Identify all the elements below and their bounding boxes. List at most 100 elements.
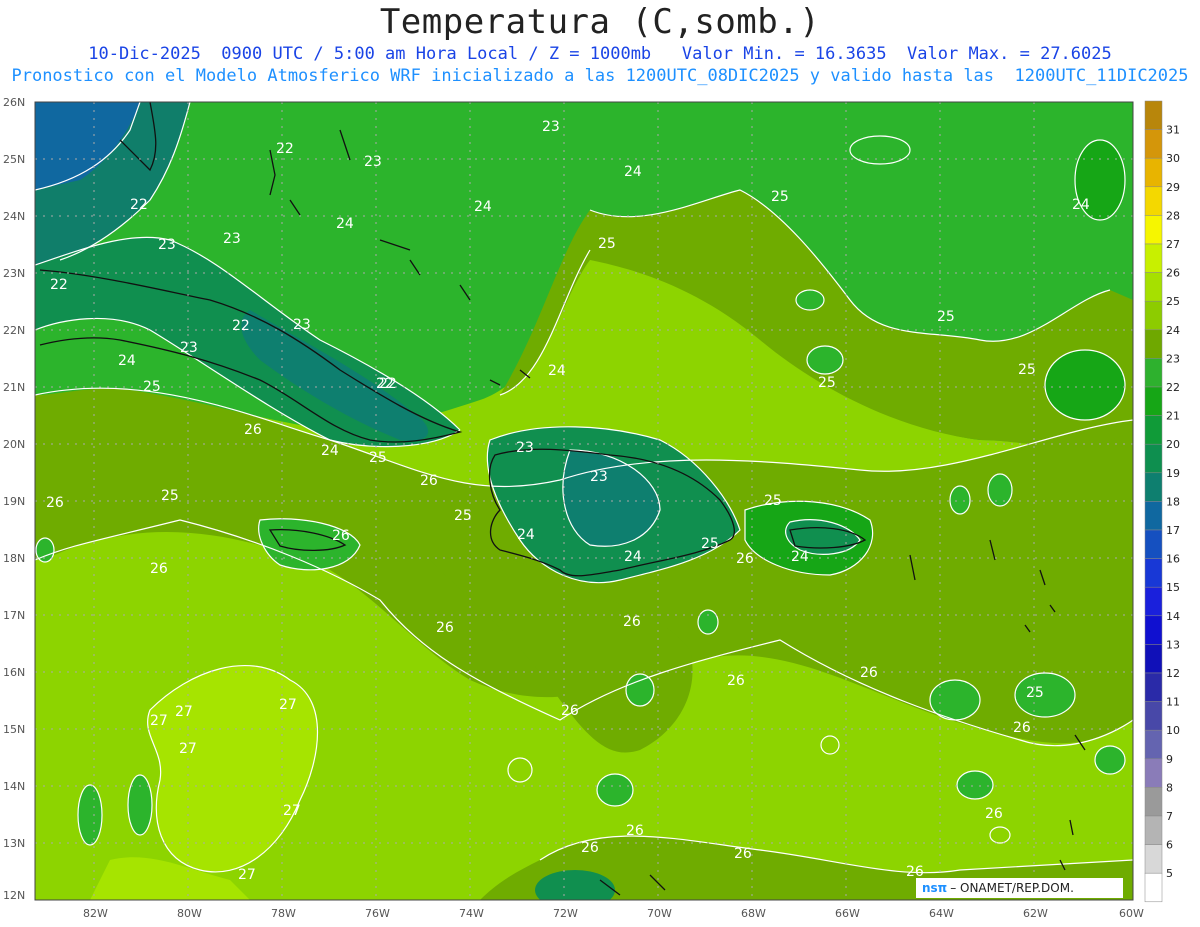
lat-label: 23N <box>3 267 25 280</box>
colorbar-swatch <box>1144 358 1163 388</box>
contour-label: 24 <box>118 353 136 369</box>
shaded-field <box>35 102 1133 900</box>
contour-label: 24 <box>791 549 809 565</box>
colorbar-label: 31 <box>1166 124 1180 137</box>
contour-label: 23 <box>542 119 560 135</box>
contour-label: 22 <box>379 376 397 392</box>
colorbar-swatch <box>1144 872 1163 903</box>
colorbar-label: 11 <box>1166 696 1180 709</box>
contour-label: 24 <box>517 527 535 543</box>
lat-label: 13N <box>3 837 25 850</box>
colorbar-swatch <box>1144 529 1163 559</box>
lon-label: 74W <box>459 907 484 920</box>
lat-label: 12N <box>3 889 25 902</box>
colorbar-swatch <box>1144 758 1163 788</box>
colorbar-swatch <box>1144 615 1163 645</box>
colorbar-label: 29 <box>1166 181 1180 194</box>
contour-label: 25 <box>598 236 616 252</box>
colorbar-label: 6 <box>1166 839 1173 852</box>
colorbar-swatch <box>1144 157 1163 188</box>
contour-label: 27 <box>283 803 301 819</box>
contour-label: 25 <box>369 450 387 466</box>
contour-label: 22 <box>276 141 294 157</box>
contour-label: 23 <box>293 317 311 333</box>
colorbar-label: 17 <box>1166 524 1180 537</box>
contour-label: 26 <box>727 673 745 689</box>
contour-label: 22 <box>232 318 250 334</box>
lon-label: 62W <box>1023 907 1048 920</box>
temperature-map: 23 22 22 23 23 24 24 25 24 25 24 22 23 23 22 22 23 24 25 24… <box>3 96 1180 920</box>
contour-label: 25 <box>701 536 719 552</box>
contour-label: 25 <box>161 488 179 504</box>
contour-label: 25 <box>454 508 472 524</box>
lon-label: 80W <box>177 907 202 920</box>
contour-label: 27 <box>175 704 193 720</box>
contour-label: 26 <box>736 551 754 567</box>
lat-label: 21N <box>3 381 25 394</box>
lat-label: 20N <box>3 438 25 451</box>
colorbar-swatch <box>1144 729 1163 760</box>
lat-label: 14N <box>3 780 25 793</box>
colorbar-label: 5 <box>1166 867 1173 880</box>
contour-label: 26 <box>420 473 438 489</box>
contour-label: 22 <box>50 277 68 293</box>
colorbar-swatch <box>1144 672 1163 702</box>
lat-label: 16N <box>3 666 25 679</box>
contour-label: 24 <box>336 216 354 232</box>
colorbar-swatch <box>1144 815 1163 845</box>
contour-label: 24 <box>548 363 566 379</box>
contour-label: 26 <box>581 840 599 856</box>
colorbar-swatch <box>1144 443 1163 474</box>
colorbar-label: 23 <box>1166 352 1180 365</box>
colorbar-label: 19 <box>1166 467 1180 480</box>
latitude-axis: 26N 25N 24N 23N 22N 21N 20N 19N 18N 17N … <box>3 96 25 902</box>
contour-label: 25 <box>818 375 836 391</box>
contour-label: 24 <box>321 443 339 459</box>
contour-label: 26 <box>244 422 262 438</box>
colorbar-label: 18 <box>1166 495 1180 508</box>
colorbar-label: 8 <box>1166 781 1173 794</box>
colorbar-swatch <box>1144 644 1163 674</box>
colorbar-swatch <box>1144 129 1163 159</box>
contour-label: 26 <box>985 806 1003 822</box>
lat-label: 17N <box>3 609 25 622</box>
contour-label: 25 <box>771 189 789 205</box>
contour-label: 23 <box>180 340 198 356</box>
contour-label: 26 <box>46 495 64 511</box>
colorbar-label: 24 <box>1166 324 1180 337</box>
contour-label: 25 <box>764 493 782 509</box>
colorbar-swatch <box>1144 558 1163 588</box>
longitude-axis: 82W 80W 78W 76W 74W 72W 70W 68W 66W 64W … <box>83 907 1144 920</box>
colorbar-label: 27 <box>1166 238 1180 251</box>
lat-label: 15N <box>3 723 25 736</box>
colorbar-swatch <box>1144 415 1163 445</box>
contour-label: 23 <box>590 469 608 485</box>
colorbar-swatch <box>1144 243 1163 273</box>
contour-label: 25 <box>143 379 161 395</box>
contour-label: 25 <box>1018 362 1036 378</box>
contour-label: 24 <box>1072 197 1090 213</box>
colorbar-label: 26 <box>1166 267 1180 280</box>
colorbar-swatch <box>1144 787 1163 817</box>
lon-label: 72W <box>553 907 578 920</box>
colorbar-swatch <box>1144 501 1163 531</box>
colorbar-label: 7 <box>1166 810 1173 823</box>
lon-label: 70W <box>647 907 672 920</box>
onamet-logo: nsπ <box>922 881 948 895</box>
colorbar-label: 12 <box>1166 667 1180 680</box>
contour-label: 25 <box>937 309 955 325</box>
contour-label: 26 <box>1013 720 1031 736</box>
colorbar-label: 16 <box>1166 553 1180 566</box>
colorbar-label: 28 <box>1166 209 1180 222</box>
contour-label: 25 <box>1026 685 1044 701</box>
colorbar-swatch <box>1144 386 1163 416</box>
contour-label: 26 <box>860 665 878 681</box>
contour-label: 23 <box>223 231 241 247</box>
contour-label: 27 <box>279 697 297 713</box>
colorbar-label: 21 <box>1166 410 1180 423</box>
contour-label: 24 <box>474 199 492 215</box>
contour-label: 24 <box>624 549 642 565</box>
colorbar-label: 14 <box>1166 610 1180 623</box>
colorbar-label: 22 <box>1166 381 1180 394</box>
contour-label: 27 <box>179 741 197 757</box>
